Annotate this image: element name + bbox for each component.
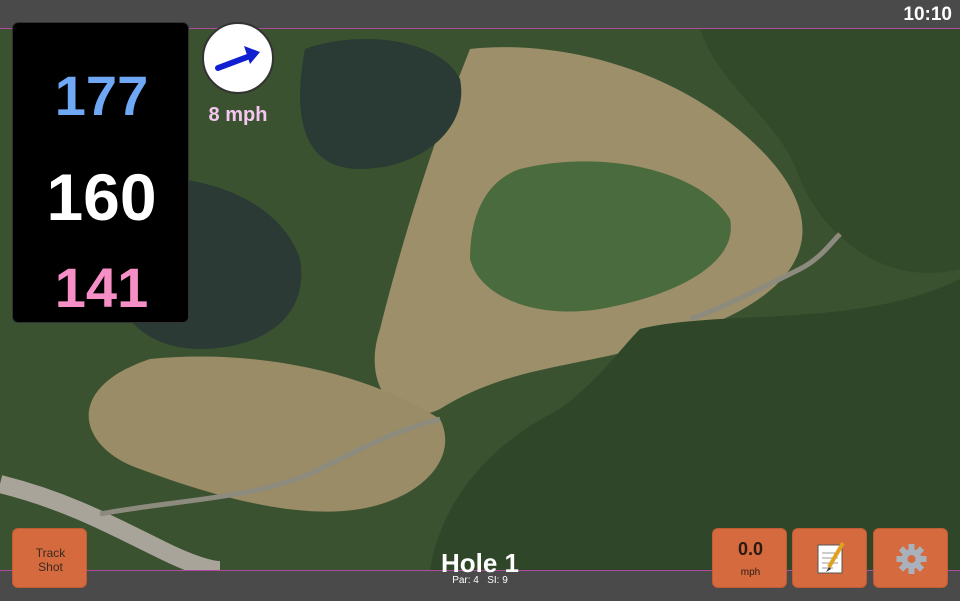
settings-button[interactable] <box>873 528 948 588</box>
hole-details: Par: 4 SI: 9 <box>380 575 580 586</box>
hole-info: Hole 1 Par: 4 SI: 9 <box>380 548 580 586</box>
speed-value: 0.0 <box>737 539 764 559</box>
speed-unit: mph <box>740 567 761 578</box>
middle-yardage: 160 <box>46 160 157 234</box>
gear-icon <box>896 544 927 574</box>
si-label: SI: 9 <box>487 575 508 586</box>
clock: 10:10 <box>903 4 952 25</box>
track-shot-label-line2: Shot <box>38 560 63 574</box>
front-yardage: 141 <box>54 256 149 319</box>
track-shot-button[interactable]: Track Shot <box>12 528 87 588</box>
notepad-icon <box>817 541 845 574</box>
back-yardage: 177 <box>54 64 149 127</box>
yardage-panel: 177 160 141 <box>12 22 189 323</box>
speed-button[interactable]: 0.0 mph <box>712 528 787 588</box>
notes-button[interactable] <box>792 528 867 588</box>
arrow-east-icon <box>215 46 260 71</box>
wind-speed: 8 mph <box>208 104 268 126</box>
par-label: Par: 4 <box>452 575 479 586</box>
hole-title: Hole 1 <box>440 548 520 578</box>
wind-direction-dial <box>202 22 274 94</box>
track-shot-label-line1: Track <box>35 546 66 560</box>
